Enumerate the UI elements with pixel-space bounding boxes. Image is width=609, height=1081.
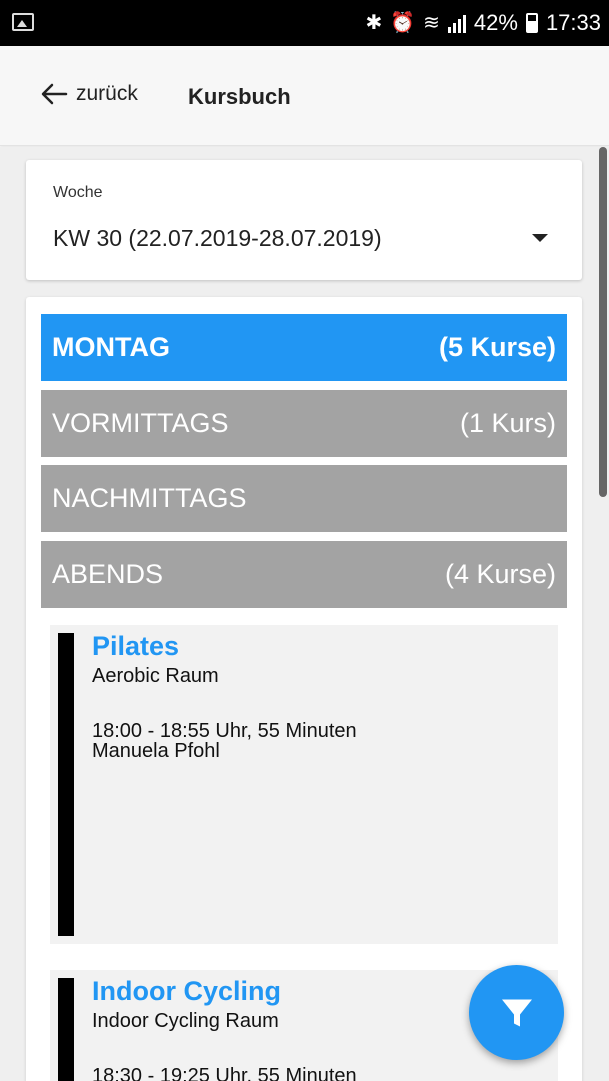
day-course-count: (5 Kurse) [438,332,556,362]
status-icons: ✱ ⏰ ≋ 42% 17:33 [365,10,601,36]
wifi-icon: ≋ [423,12,440,34]
page-title: Kursbuch [188,84,291,109]
section-count: (1 Kurs) [459,408,556,438]
course-trainer: Manuela Pfohl [92,740,220,762]
day-card: MONTAG (5 Kurse) VORMITTAGS (1 Kurs) NAC… [26,297,582,1081]
day-header-montag[interactable]: MONTAG (5 Kurse) [41,314,567,381]
course-card[interactable]: Pilates Aerobic Raum 18:00 - 18:55 Uhr, … [50,625,558,944]
bluetooth-icon: ✱ [365,12,383,34]
course-room: Aerobic Raum [92,665,219,687]
section-abends[interactable]: ABENDS (4 Kurse) [41,541,567,608]
back-button[interactable]: zurück [40,82,138,106]
week-dropdown[interactable]: KW 30 (22.07.2019-28.07.2019) [53,220,562,256]
course-title[interactable]: Pilates [92,631,179,662]
course-time: 18:30 - 19:25 Uhr, 55 Minuten [92,1065,357,1081]
app-bar: zurück Kursbuch [0,46,609,146]
course-room: Indoor Cycling Raum [92,1010,279,1032]
section-vormittags[interactable]: VORMITTAGS (1 Kurs) [41,390,567,457]
course-color-marker [58,633,74,936]
week-label: Woche [53,184,103,201]
course-title[interactable]: Indoor Cycling [92,976,281,1007]
week-value: KW 30 (22.07.2019-28.07.2019) [53,224,382,251]
filter-button[interactable] [469,965,564,1060]
status-bar: ✱ ⏰ ≋ 42% 17:33 [0,0,609,46]
alarm-icon: ⏰ [390,12,416,34]
section-label: ABENDS [52,559,164,589]
course-color-marker [58,978,74,1081]
course-time: 18:00 - 18:55 Uhr, 55 Minuten [92,720,357,742]
battery-icon [525,13,538,33]
signal-icon [447,13,466,33]
filter-icon [501,999,532,1026]
back-label: zurück [76,82,138,105]
content-area: Woche KW 30 (22.07.2019-28.07.2019) MONT… [0,147,609,1081]
caret-down-icon [532,234,548,242]
image-notification-icon [12,13,34,31]
day-name: MONTAG [52,332,170,362]
arrow-left-icon [41,83,68,105]
section-count: (4 Kurse) [444,559,556,589]
battery-percentage: 42% [473,10,518,35]
section-label: VORMITTAGS [52,408,229,438]
section-nachmittags[interactable]: NACHMITTAGS [41,465,567,532]
section-label: NACHMITTAGS [52,483,247,513]
week-selector-card: Woche KW 30 (22.07.2019-28.07.2019) [26,160,582,280]
scrollbar[interactable] [599,147,607,497]
status-time: 17:33 [545,10,601,35]
